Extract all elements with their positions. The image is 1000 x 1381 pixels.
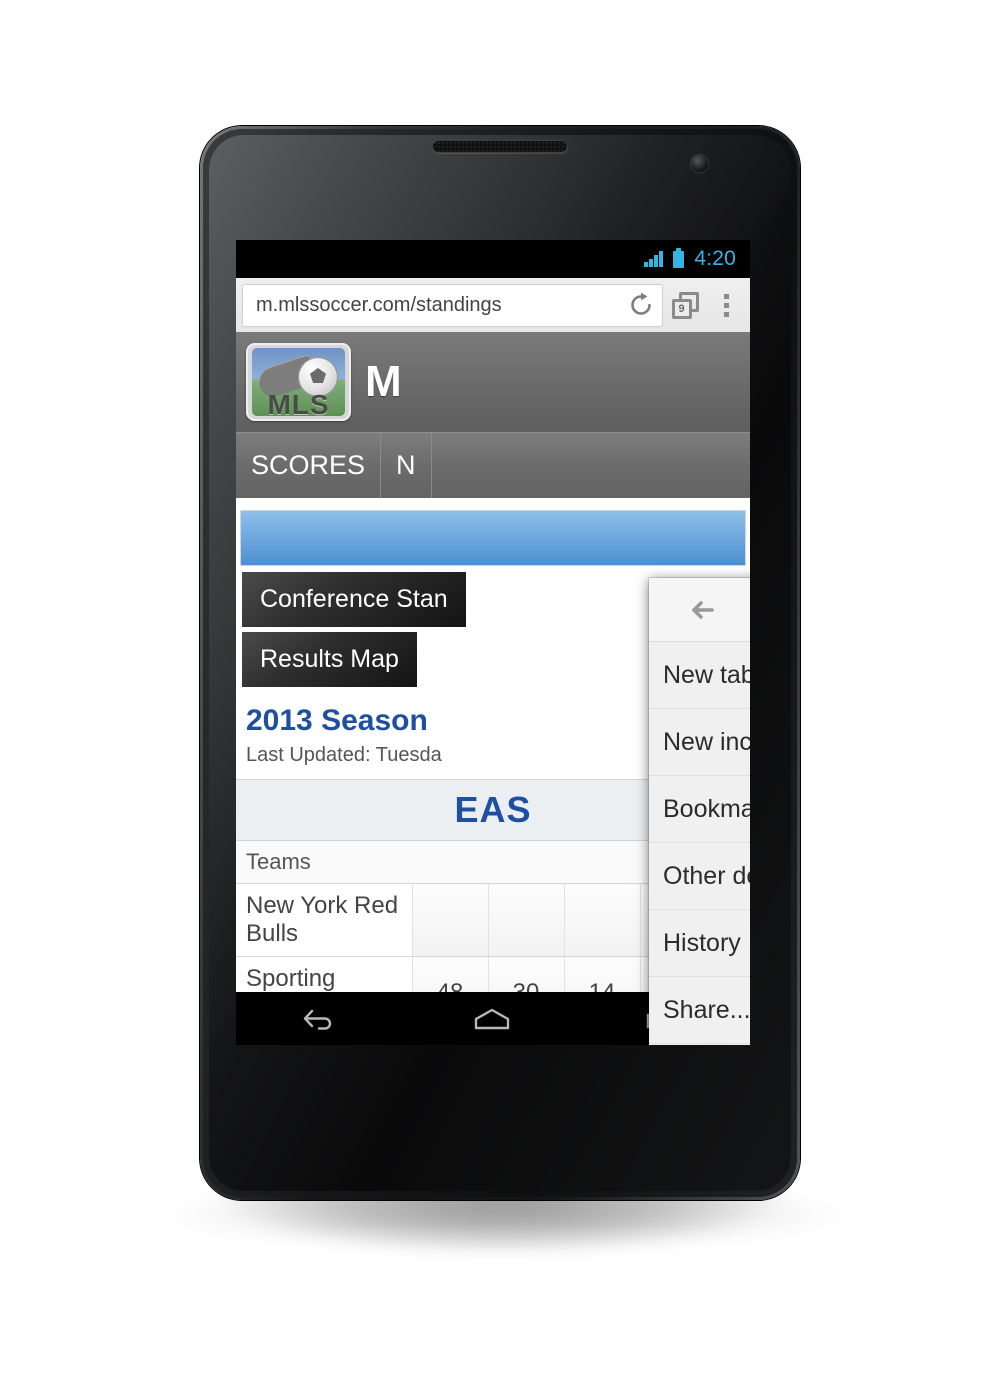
menu-item-share[interactable]: Share...	[649, 977, 750, 1044]
reload-icon[interactable]	[628, 292, 654, 318]
column-header	[564, 841, 640, 884]
nav-item-news[interactable]: N	[381, 433, 432, 498]
browser-toolbar: m.mlssoccer.com/standings 9	[236, 278, 750, 332]
column-header	[488, 841, 564, 884]
phone-screen: 4:20 m.mlssoccer.com/standings 9 MLS M S…	[236, 240, 750, 1045]
team-name-cell: New York Red Bulls	[236, 883, 413, 957]
menu-item-history[interactable]: History	[649, 910, 750, 977]
menu-item-bookmarks[interactable]: Bookmarks	[649, 776, 750, 843]
stat-cell	[488, 883, 565, 957]
page-banner	[240, 510, 746, 566]
menu-item-new-incognito-tab[interactable]: New incognito tab	[649, 709, 750, 776]
menu-item-new-tab[interactable]: New tab	[649, 642, 750, 709]
home-nav-icon	[474, 1008, 510, 1030]
column-header-teams: Teams	[236, 841, 412, 884]
overflow-menu-button[interactable]	[708, 278, 744, 332]
status-bar: 4:20	[236, 240, 750, 278]
overflow-dot	[723, 293, 729, 299]
stat-cell	[412, 883, 489, 957]
omnibox[interactable]: m.mlssoccer.com/standings	[243, 284, 662, 326]
site-header: MLS M	[236, 332, 750, 432]
nav-item-scores[interactable]: SCORES	[236, 433, 382, 498]
status-bar-clock: 4:20	[694, 247, 736, 270]
overflow-dot	[723, 302, 729, 308]
stat-cell: 48	[412, 956, 489, 992]
menu-item-find-in-page[interactable]: Find in page...	[649, 1044, 750, 1045]
battery-icon	[673, 247, 685, 268]
mls-wordmark: MLS	[267, 389, 330, 420]
tab-results-map[interactable]: Results Map	[242, 632, 417, 687]
tab-conference-standings[interactable]: Conference Stan	[242, 572, 466, 627]
tab-switcher-icon: 9	[671, 291, 699, 319]
front-camera-icon	[691, 155, 708, 172]
stat-cell: 14	[564, 956, 641, 992]
tab-count-badge: 9	[671, 298, 692, 319]
overflow-dot	[723, 311, 729, 317]
menu-back-button[interactable]	[649, 578, 750, 641]
team-name-cell: Sporting Kansas City	[236, 956, 413, 992]
site-nav-strip: SCORES N	[236, 432, 750, 498]
site-title: M	[365, 357, 402, 406]
screenshot-root: 4:20 m.mlssoccer.com/standings 9 MLS M S…	[0, 0, 1000, 1381]
mls-logo-icon[interactable]: MLS	[246, 343, 351, 421]
stat-cell: 30	[488, 956, 565, 992]
back-nav-button[interactable]	[301, 1006, 341, 1032]
tab-switcher-button[interactable]: 9	[662, 278, 708, 332]
home-nav-button[interactable]	[470, 1006, 514, 1032]
menu-nav-row	[649, 578, 750, 642]
back-nav-icon	[303, 1009, 331, 1030]
earpiece-speaker-icon	[432, 140, 568, 153]
column-header	[412, 841, 488, 884]
url-text[interactable]: m.mlssoccer.com/standings	[256, 294, 628, 317]
signal-bars-icon	[644, 251, 664, 267]
menu-item-other-devices[interactable]: Other devices	[649, 843, 750, 910]
back-arrow-icon	[691, 600, 714, 619]
chrome-overflow-menu: New tab New incognito tab Bookmarks Othe…	[649, 578, 750, 1045]
stat-cell	[564, 883, 641, 957]
